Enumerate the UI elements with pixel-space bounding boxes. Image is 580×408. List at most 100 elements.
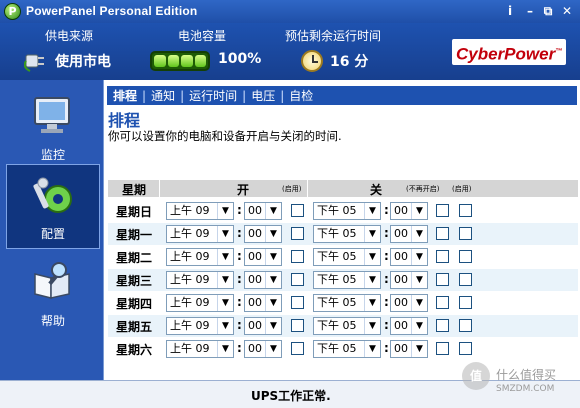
chevron-down-icon: ▼	[364, 203, 380, 219]
chevron-down-icon: ▼	[364, 249, 380, 265]
on-minute-select[interactable]: 00 ▼	[244, 248, 282, 266]
on-hour-select[interactable]: 上午 09 ▼	[166, 248, 234, 266]
chevron-down-icon: ▼	[217, 203, 233, 219]
off-hour-select[interactable]: 下午 05 ▼	[313, 202, 381, 220]
minimize-button[interactable]: –	[522, 3, 538, 19]
off-enable-checkbox[interactable]	[459, 296, 472, 309]
on-enable-checkbox[interactable]	[291, 227, 304, 240]
tab-selftest[interactable]: 自检	[286, 87, 316, 104]
col-on-header: 开	[237, 183, 250, 197]
on-minute-select[interactable]: 00 ▼	[244, 317, 282, 335]
off-noreboot-checkbox[interactable]	[436, 342, 449, 355]
on-minute-select[interactable]: 00 ▼	[244, 340, 282, 358]
off-minute-select[interactable]: 00 ▼	[390, 248, 428, 266]
on-enable-checkbox[interactable]	[291, 250, 304, 263]
time-colon: :	[237, 249, 242, 263]
on-hour-select[interactable]: 上午 09 ▼	[166, 225, 234, 243]
off-noreboot-checkbox[interactable]	[436, 250, 449, 263]
watermark-text: 什么值得买	[496, 368, 557, 382]
on-hour-select[interactable]: 上午 09 ▼	[166, 294, 234, 312]
off-noreboot-checkbox[interactable]	[436, 319, 449, 332]
time-colon: :	[384, 318, 389, 332]
time-colon: :	[237, 295, 242, 309]
power-source-value: 使用市电	[55, 54, 111, 70]
off-minute-select[interactable]: 00 ▼	[390, 225, 428, 243]
close-button[interactable]: ✕	[559, 3, 575, 19]
on-hour-select[interactable]: 上午 09 ▼	[166, 271, 234, 289]
on-minute-select[interactable]: 00 ▼	[244, 202, 282, 220]
off-enable-checkbox[interactable]	[459, 227, 472, 240]
page-description: 你可以设置你的电脑和设备开启与关闭的时间.	[108, 129, 342, 143]
time-colon: :	[237, 318, 242, 332]
on-enable-checkbox[interactable]	[291, 273, 304, 286]
sidebar-item-label: 帮助	[40, 314, 65, 328]
off-hour-select[interactable]: 下午 05 ▼	[313, 225, 381, 243]
col-day-header: 星期	[122, 183, 147, 197]
battery-cell	[194, 55, 206, 67]
col-off-noreboot-header: (不再开启)	[406, 185, 440, 193]
off-hour-select[interactable]: 下午 05 ▼	[313, 294, 381, 312]
info-button[interactable]: i	[502, 3, 518, 19]
tab-notification[interactable]: 通知	[148, 87, 178, 104]
off-minute-select[interactable]: 00 ▼	[390, 317, 428, 335]
tab-voltage[interactable]: 电压	[248, 87, 278, 104]
off-enable-checkbox[interactable]	[459, 319, 472, 332]
off-minute-select[interactable]: 00 ▼	[390, 271, 428, 289]
chevron-down-icon: ▼	[411, 341, 427, 357]
off-noreboot-checkbox[interactable]	[436, 227, 449, 240]
off-enable-checkbox[interactable]	[459, 342, 472, 355]
on-enable-checkbox[interactable]	[291, 319, 304, 332]
chevron-down-icon: ▼	[364, 272, 380, 288]
on-minute-select[interactable]: 00 ▼	[244, 294, 282, 312]
monitor-icon	[34, 97, 70, 133]
off-hour-select[interactable]: 下午 05 ▼	[313, 340, 381, 358]
on-enable-checkbox[interactable]	[291, 342, 304, 355]
sidebar-item-help[interactable]: 帮助	[6, 250, 100, 335]
on-enable-checkbox[interactable]	[291, 204, 304, 217]
chevron-down-icon: ▼	[217, 295, 233, 311]
off-hour-select[interactable]: 下午 05 ▼	[313, 271, 381, 289]
tab-runtime[interactable]: 运行时间	[186, 87, 240, 104]
chevron-down-icon: ▼	[411, 295, 427, 311]
off-minute-select[interactable]: 00 ▼	[390, 202, 428, 220]
on-hour-select[interactable]: 上午 09 ▼	[166, 202, 234, 220]
on-hour-select[interactable]: 上午 09 ▼	[166, 340, 234, 358]
chevron-down-icon: ▼	[411, 318, 427, 334]
off-hour-select[interactable]: 下午 05 ▼	[313, 248, 381, 266]
chevron-down-icon: ▼	[364, 341, 380, 357]
time-colon: :	[384, 341, 389, 355]
chevron-down-icon: ▼	[364, 318, 380, 334]
off-enable-checkbox[interactable]	[459, 250, 472, 263]
sidebar: 监控 配置 帮助	[0, 80, 103, 380]
on-enable-checkbox[interactable]	[291, 296, 304, 309]
off-enable-checkbox[interactable]	[459, 273, 472, 286]
chevron-down-icon: ▼	[265, 203, 281, 219]
table-row: 星期三 上午 09 ▼:00 ▼ 下午 05 ▼:00 ▼	[108, 269, 578, 291]
sidebar-item-config[interactable]: 配置	[6, 164, 100, 249]
off-noreboot-checkbox[interactable]	[436, 204, 449, 217]
runtime-value: 16 分	[330, 54, 369, 70]
off-noreboot-checkbox[interactable]	[436, 273, 449, 286]
chevron-down-icon: ▼	[411, 249, 427, 265]
chevron-down-icon: ▼	[217, 341, 233, 357]
on-minute-select[interactable]: 00 ▼	[244, 271, 282, 289]
time-colon: :	[237, 226, 242, 240]
off-enable-checkbox[interactable]	[459, 204, 472, 217]
day-label: 星期二	[116, 251, 153, 265]
day-label: 星期五	[116, 320, 153, 334]
off-noreboot-checkbox[interactable]	[436, 296, 449, 309]
col-off-header: 关	[370, 183, 383, 197]
chevron-down-icon: ▼	[364, 295, 380, 311]
tab-schedule[interactable]: 排程	[110, 87, 140, 104]
restore-button[interactable]: ⧉	[540, 3, 556, 19]
on-minute-select[interactable]: 00 ▼	[244, 225, 282, 243]
time-colon: :	[384, 295, 389, 309]
off-minute-select[interactable]: 00 ▼	[390, 340, 428, 358]
sidebar-item-monitor[interactable]: 监控	[6, 84, 100, 169]
runtime-label: 预估剩余运行时间	[285, 29, 382, 43]
off-hour-select[interactable]: 下午 05 ▼	[313, 317, 381, 335]
off-minute-select[interactable]: 00 ▼	[390, 294, 428, 312]
on-hour-select[interactable]: 上午 09 ▼	[166, 317, 234, 335]
chevron-down-icon: ▼	[217, 272, 233, 288]
battery-cell	[167, 55, 179, 67]
